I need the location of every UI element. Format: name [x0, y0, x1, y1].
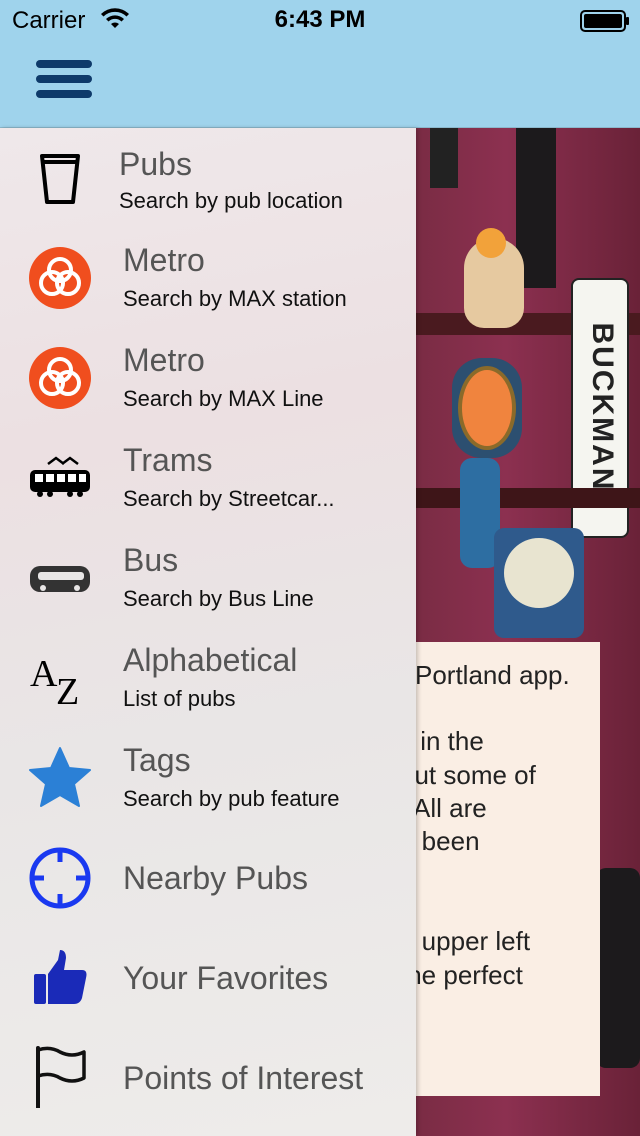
- tap-disk: [458, 366, 516, 450]
- menu-item-title: Points of Interest: [123, 1060, 364, 1096]
- menu-item-subtitle: Search by Streetcar...: [123, 486, 335, 511]
- tap-handle: [430, 128, 458, 188]
- pint-glass-icon: [40, 154, 80, 204]
- menu-item-nearby-pubs[interactable]: Nearby Pubs: [0, 828, 416, 928]
- tap-handle: [452, 358, 522, 458]
- welcome-text-line: e been: [400, 826, 480, 856]
- nav-bar: [0, 40, 640, 128]
- menu-item-subtitle: Search by Bus Line: [123, 586, 314, 611]
- welcome-text-line: out some of: [400, 760, 536, 790]
- svg-text:A: A: [30, 653, 58, 695]
- status-bar: Carrier 6:43 PM: [0, 0, 640, 40]
- menu-item-title: Your Favorites: [123, 960, 329, 996]
- menu-item-your-favorites[interactable]: Your Favorites: [0, 928, 416, 1028]
- tap-badge: [494, 528, 584, 638]
- hamburger-line: [36, 75, 92, 83]
- menu-item-points-of-interest[interactable]: Points of Interest: [0, 1028, 416, 1128]
- menu-item-subtitle: Search by pub feature: [123, 786, 340, 811]
- menu-item-title: Nearby Pubs: [123, 860, 308, 896]
- menu-item-bus[interactable]: Bus Search by Bus Line: [0, 528, 416, 628]
- star-icon: [29, 747, 91, 807]
- svg-text:Z: Z: [56, 671, 79, 710]
- menu-item-metro-line[interactable]: Metro Search by MAX Line: [0, 328, 416, 428]
- az-icon: A Z: [30, 653, 79, 710]
- location-target-icon: [29, 847, 91, 909]
- thumbs-up-icon: [34, 950, 87, 1004]
- menu-item-subtitle: Search by pub location: [119, 188, 343, 213]
- welcome-text-line: the perfect: [400, 960, 523, 990]
- bus-icon: [30, 566, 90, 592]
- menu-item-pubs[interactable]: Pubs Search by pub location: [0, 128, 416, 228]
- side-drawer: Pubs Search by pub location Metro Search…: [0, 128, 416, 1136]
- menu-item-alphabetical[interactable]: A Z Alphabetical List of pubs: [0, 628, 416, 728]
- shelf: [416, 488, 640, 508]
- tap-badge-inner: [504, 538, 574, 608]
- menu-item-title: Metro: [123, 242, 205, 278]
- welcome-text-line: e upper left: [400, 926, 531, 956]
- menu-item-title: Alphabetical: [123, 642, 298, 678]
- menu-item-trams[interactable]: Trams Search by Streetcar...: [0, 428, 416, 528]
- menu-item-title: Trams: [123, 442, 213, 478]
- welcome-text-line: Portland app.: [415, 660, 570, 690]
- metro-logo-icon: [29, 247, 91, 309]
- menu-item-title: Pubs: [119, 146, 192, 182]
- menu-item-subtitle: List of pubs: [123, 686, 236, 711]
- menu-item-title: Metro: [123, 342, 205, 378]
- menu-item-metro-station[interactable]: Metro Search by MAX station: [0, 228, 416, 328]
- menu-item-title: Bus: [123, 542, 179, 578]
- menu-item-subtitle: Search by MAX station: [123, 286, 347, 311]
- streetcar-icon: [30, 456, 90, 497]
- welcome-text-line: . All are: [400, 793, 487, 823]
- hamburger-icon: [36, 60, 92, 68]
- welcome-text-line: s in the: [400, 726, 484, 756]
- menu-item-subtitle: Search by MAX Line: [123, 386, 324, 411]
- hamburger-menu-button[interactable]: [36, 60, 92, 104]
- clock: 6:43 PM: [274, 6, 366, 33]
- battery-icon: [580, 10, 629, 32]
- tap-handle-top: [476, 228, 506, 258]
- menu-item-title: Tags: [123, 742, 191, 778]
- menu-item-tags[interactable]: Tags Search by pub feature: [0, 728, 416, 828]
- metro-logo-icon: [29, 347, 91, 409]
- hamburger-line: [36, 90, 92, 98]
- flag-icon: [36, 1046, 86, 1108]
